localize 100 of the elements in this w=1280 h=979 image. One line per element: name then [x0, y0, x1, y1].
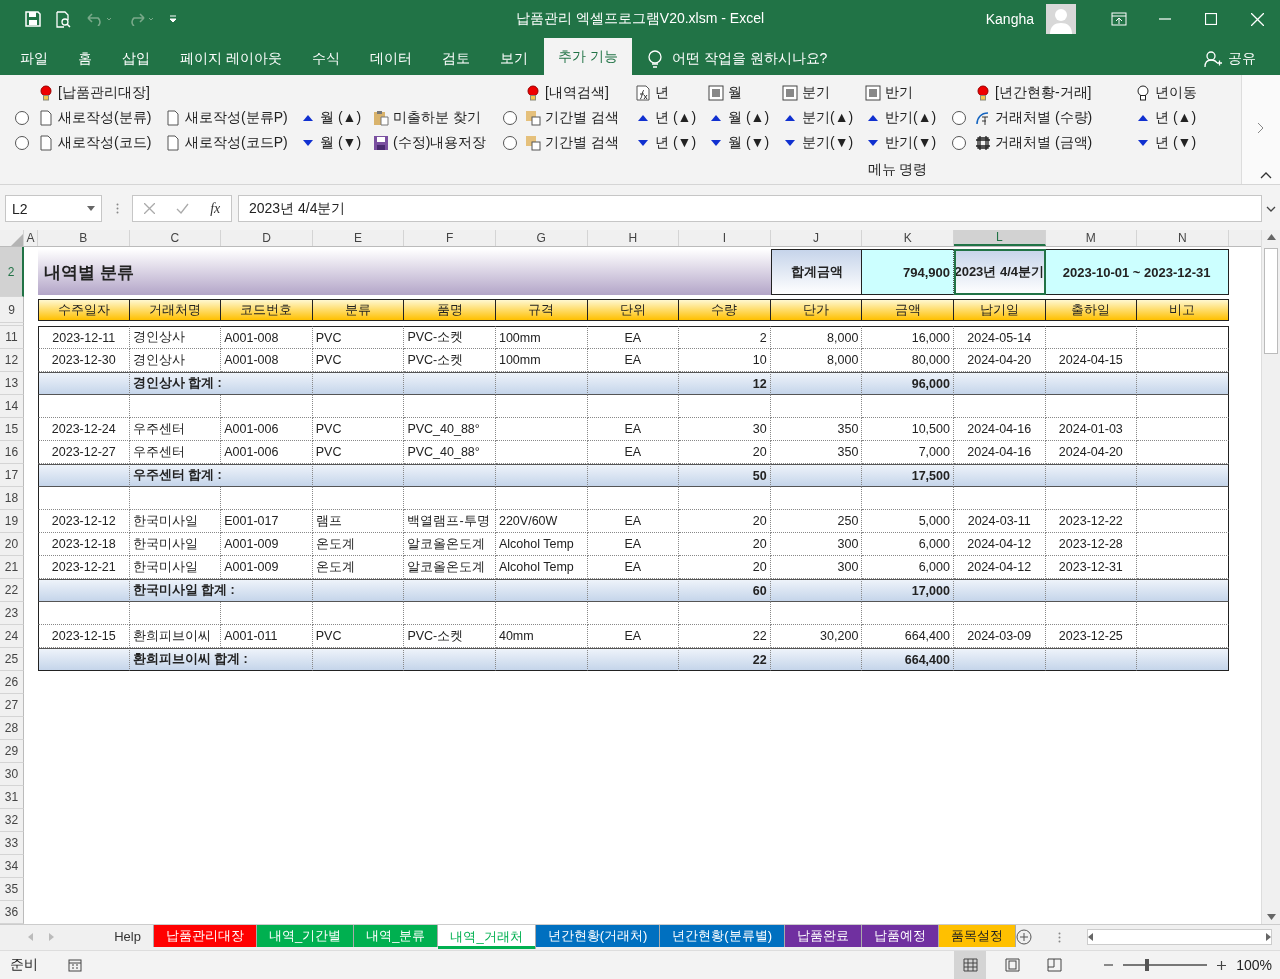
scroll-thumb[interactable]: [1264, 248, 1278, 354]
ribbon-tab[interactable]: 검토: [427, 42, 484, 75]
row-number[interactable]: 23: [0, 602, 24, 625]
tell-me-field[interactable]: 어떤 작업을 원하시나요?: [671, 49, 828, 68]
radio-button[interactable]: [15, 110, 29, 125]
row-number[interactable]: 28: [0, 717, 24, 740]
sheet-tab[interactable]: 납품예정: [862, 925, 939, 947]
column-header[interactable]: E: [312, 230, 405, 246]
macro-record-icon[interactable]: [68, 958, 82, 972]
user-name[interactable]: Kangha: [985, 11, 1034, 27]
ribbon-button[interactable]: 년 (▼): [635, 131, 697, 154]
ribbon-button[interactable]: [년간현황-거래]: [975, 81, 1092, 104]
radio-button[interactable]: [503, 110, 517, 125]
row-number[interactable]: 14: [0, 395, 24, 418]
customize-dropdown-icon[interactable]: [169, 15, 177, 23]
row-number[interactable]: 19: [0, 510, 24, 533]
ribbon-button[interactable]: 반기(▲): [865, 106, 937, 129]
print-preview-icon[interactable]: [55, 10, 71, 28]
row-number[interactable]: 26: [0, 671, 24, 694]
row-number[interactable]: 29: [0, 740, 24, 763]
row-number[interactable]: 24: [0, 625, 24, 648]
ribbon-display-icon[interactable]: [1111, 12, 1127, 26]
column-header[interactable]: K: [862, 230, 954, 246]
ribbon-button[interactable]: 분기(▼): [782, 131, 854, 154]
sheet-tab[interactable]: 납품관리대장: [153, 925, 257, 947]
row-number[interactable]: 22: [0, 579, 24, 602]
ribbon-button[interactable]: 반기(▼): [865, 131, 937, 154]
row-number[interactable]: 33: [0, 832, 24, 855]
row-number[interactable]: 12: [0, 349, 24, 372]
close-icon[interactable]: [1250, 12, 1264, 26]
maximize-icon[interactable]: [1205, 13, 1217, 25]
scroll-right-icon[interactable]: [1256, 122, 1264, 134]
row-number[interactable]: 27: [0, 694, 24, 717]
ribbon-button[interactable]: 월: [708, 81, 742, 104]
expand-icon[interactable]: [1266, 205, 1276, 212]
ribbon-button[interactable]: [내역검색]: [525, 81, 609, 104]
ribbon-tab[interactable]: 보기: [485, 42, 542, 75]
column-header[interactable]: C: [129, 230, 222, 246]
row-number[interactable]: 17: [0, 464, 24, 487]
ribbon-button[interactable]: 새로작성(코드): [38, 131, 152, 154]
ribbon-button[interactable]: 반기: [865, 81, 913, 104]
formula-field[interactable]: 2023년 4/4분기: [238, 195, 1262, 222]
radio-button[interactable]: [503, 135, 517, 150]
ribbon-button[interactable]: 월 (▲): [708, 106, 770, 129]
ribbon-button[interactable]: 새로작성(분류P): [165, 106, 288, 129]
scroll-right-icon[interactable]: [1266, 933, 1271, 941]
zoom-thumb[interactable]: [1144, 959, 1149, 971]
name-box[interactable]: L2: [5, 195, 102, 222]
ribbon-tab[interactable]: 추가 기능: [543, 38, 632, 75]
sheet-tab[interactable]: 품목설정: [939, 925, 1016, 947]
zoom-slider[interactable]: [1123, 959, 1208, 971]
column-header[interactable]: F: [404, 230, 496, 246]
period-cell[interactable]: 2023년 4/4분기: [953, 249, 1046, 295]
ribbon-button[interactable]: 새로작성(분류): [38, 106, 152, 129]
row-number[interactable]: 15: [0, 418, 24, 441]
insert-function-button[interactable]: fx: [210, 200, 221, 217]
ribbon-tab[interactable]: 홈: [64, 42, 106, 75]
ribbon-button[interactable]: [납품관리대장]: [38, 81, 150, 104]
row-number[interactable]: 30: [0, 763, 24, 786]
row-number[interactable]: 2: [0, 247, 24, 297]
column-header[interactable]: J: [770, 230, 863, 246]
column-header[interactable]: I: [679, 230, 771, 246]
row-number[interactable]: 18: [0, 487, 24, 510]
ribbon-button[interactable]: 년: [635, 81, 669, 104]
collapse-ribbon-icon[interactable]: [1260, 171, 1272, 179]
page-layout-icon[interactable]: [1004, 958, 1020, 972]
ribbon-tab[interactable]: 수식: [297, 42, 354, 75]
ribbon-button[interactable]: 미출하분 찾기: [373, 106, 481, 129]
sheet-tab[interactable]: 납품완료: [785, 925, 862, 947]
ribbon-button[interactable]: 월 (▼): [708, 131, 770, 154]
row-number[interactable]: 36: [0, 901, 24, 924]
zoom-level[interactable]: 100%: [1236, 957, 1272, 973]
radio-button[interactable]: [952, 135, 966, 150]
ribbon-button[interactable]: 거래처별 (수량): [975, 106, 1093, 129]
page-break-icon[interactable]: [1046, 958, 1062, 972]
ribbon-tab[interactable]: 파일: [6, 42, 62, 75]
radio-button[interactable]: [15, 135, 29, 150]
column-header[interactable]: G: [495, 230, 588, 246]
ribbon-button[interactable]: 기간별 검색: [525, 131, 619, 154]
ribbon-button[interactable]: 년이동: [1135, 81, 1197, 104]
ribbon-button[interactable]: (수정)내용저장: [373, 131, 487, 154]
ribbon-button[interactable]: 년 (▲): [1135, 106, 1197, 129]
scroll-left-icon[interactable]: [1088, 933, 1093, 941]
ribbon-button[interactable]: 월 (▲): [300, 106, 362, 129]
check-icon[interactable]: [175, 203, 189, 214]
row-number[interactable]: 20: [0, 533, 24, 556]
row-number[interactable]: 11: [0, 326, 24, 349]
add-sheet-icon[interactable]: [1016, 929, 1032, 945]
ribbon-button[interactable]: 새로작성(코드P): [165, 131, 288, 154]
ribbon-button[interactable]: 년 (▲): [635, 106, 697, 129]
row-number[interactable]: 34: [0, 855, 24, 878]
row-number[interactable]: 21: [0, 556, 24, 579]
row-number[interactable]: 25: [0, 648, 24, 671]
normal-view-icon[interactable]: [962, 958, 978, 972]
radio-button[interactable]: [952, 110, 966, 125]
scroll-up-icon[interactable]: [1266, 234, 1276, 240]
column-header[interactable]: H: [587, 230, 680, 246]
save-icon[interactable]: [25, 11, 41, 27]
ribbon-button[interactable]: 거래처별 (금액): [975, 131, 1093, 154]
sheet-tab[interactable]: 년간현황(거래처): [535, 925, 661, 947]
